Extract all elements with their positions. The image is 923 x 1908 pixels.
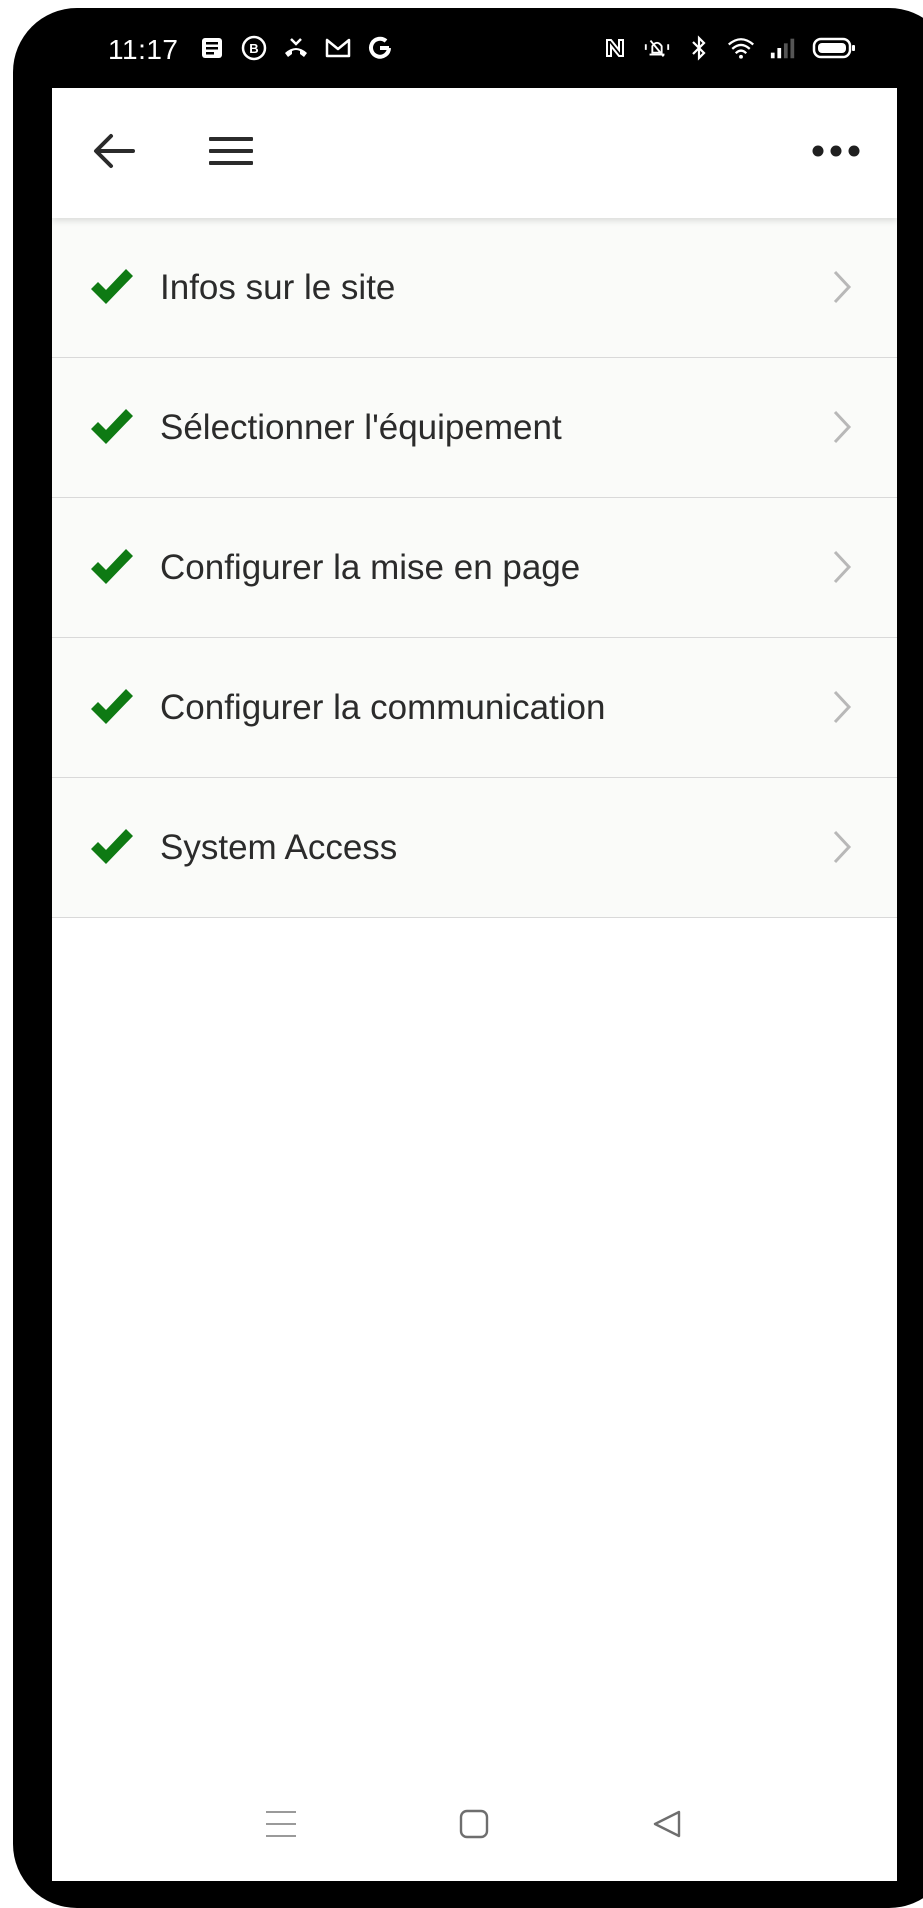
chevron-right-icon — [827, 826, 857, 868]
arrow-left-icon — [93, 133, 135, 174]
menu-button[interactable] — [199, 121, 263, 185]
home-button[interactable] — [447, 1799, 501, 1853]
back-triangle-icon — [651, 1808, 683, 1845]
svg-text:B: B — [249, 41, 258, 56]
checkmark-icon — [88, 686, 136, 728]
checkmark-icon — [88, 826, 136, 868]
chevron-right-icon — [827, 546, 857, 588]
system-nav-bar — [52, 1769, 897, 1881]
more-options-button[interactable] — [804, 121, 868, 185]
bluetooth-icon — [685, 34, 713, 62]
list-item-site-info[interactable]: Infos sur le site — [52, 218, 897, 358]
home-icon — [458, 1808, 490, 1845]
status-bar: 11:17 B — [52, 8, 897, 88]
missed-call-icon — [282, 34, 310, 62]
signal-icon — [769, 34, 797, 62]
checkmark-icon — [88, 546, 136, 588]
more-horizontal-icon — [811, 144, 861, 163]
system-status-icons — [601, 34, 857, 62]
wifi-icon — [727, 34, 755, 62]
list-item-label: Sélectionner l'équipement — [160, 408, 562, 447]
hamburger-menu-icon — [208, 135, 254, 172]
recents-icon — [264, 1809, 298, 1844]
list-item-select-equipment[interactable]: Sélectionner l'équipement — [52, 358, 897, 498]
chevron-right-icon — [827, 266, 857, 308]
list-item-label: System Access — [160, 828, 398, 867]
list-item-label: Infos sur le site — [160, 268, 396, 307]
setup-steps-list: Infos sur le site Sélectionner l'équipem… — [52, 218, 897, 918]
list-item-configure-communication[interactable]: Configurer la communication — [52, 638, 897, 778]
app-screen: Infos sur le site Sélectionner l'équipem… — [52, 88, 897, 1881]
vibrate-icon — [643, 34, 671, 62]
status-time: 11:17 — [108, 34, 179, 65]
google-icon — [366, 34, 394, 62]
nfc-icon — [601, 34, 629, 62]
back-button[interactable] — [82, 121, 146, 185]
checkmark-icon — [88, 406, 136, 448]
recents-button[interactable] — [254, 1799, 308, 1853]
gmail-icon — [324, 34, 352, 62]
list-item-configure-layout[interactable]: Configurer la mise en page — [52, 498, 897, 638]
list-item-label: Configurer la communication — [160, 688, 606, 727]
list-item-system-access[interactable]: System Access — [52, 778, 897, 918]
checkmark-icon — [88, 266, 136, 308]
chevron-right-icon — [827, 406, 857, 448]
back-nav-button[interactable] — [640, 1799, 694, 1853]
app-bar — [52, 88, 897, 218]
battery-icon — [811, 34, 857, 62]
chevron-right-icon — [827, 686, 857, 728]
notification-icons: B — [198, 34, 394, 62]
list-item-label: Configurer la mise en page — [160, 548, 581, 587]
news-icon — [198, 34, 226, 62]
b-circle-icon: B — [240, 34, 268, 62]
